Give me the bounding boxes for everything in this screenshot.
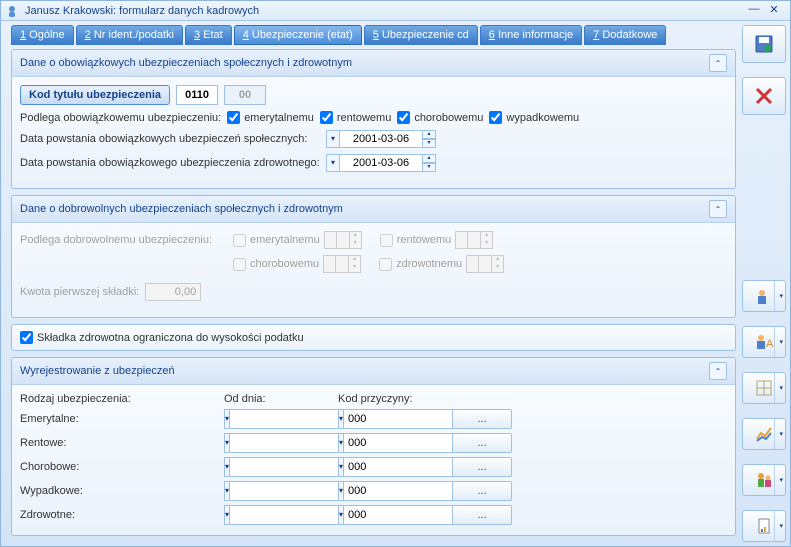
dereg-lookup-0[interactable]: ... [452,409,512,429]
col-type: Rodzaj ubezpieczenia: [20,393,210,405]
form-scroll-area[interactable]: Dane o obowiązkowych ubezpieczeniach spo… [11,49,740,542]
panel4-title: Wyrejestrowanie z ubezpieczeń [20,365,175,377]
dereg-date-2[interactable]: ▾▴▾ [224,457,324,477]
side-person-button[interactable]: ▾ [742,280,786,312]
panel1-title: Dane o obowiązkowych ubezpieczeniach spo… [20,57,352,69]
svg-text:A: A [766,338,773,350]
save-button[interactable] [742,25,786,63]
dereg-code-3[interactable]: ▾▴▾ [338,481,438,501]
vdate-emerytalnemu: ▴▾ [324,231,362,249]
chk-emerytalnemu[interactable]: emerytalnemu [227,111,314,124]
vdate-chorobowemu: ▴▾ [323,255,361,273]
side-grid-button[interactable]: ▾ [742,372,786,404]
tab-strip: 1 Ogólne 2 Nr ident./podatki 3 Etat 4 Ub… [11,25,740,45]
collapse-panel2[interactable]: ⌃ [709,200,727,218]
date1-dropdown[interactable]: ▾ [326,130,340,148]
date1-field[interactable]: ▾ ▴▾ [326,130,436,148]
kwota-label: Kwota pierwszej składki: [20,286,139,298]
dereg-date-0[interactable]: ▾▴▾ [224,409,324,429]
dereg-code-2[interactable]: ▾▴▾ [338,457,438,477]
vchk-rentowemu [380,234,393,247]
vdate-zdrowotnemu: ▴▾ [466,255,504,273]
panel-voluntary-insurance: Dane o dobrowolnych ubezpieczeniach społ… [11,195,736,318]
dereg-label-3: Wypadkowe: [20,485,210,497]
kwota-input [145,283,201,301]
col-date: Od dnia: [224,393,324,405]
tab-etat[interactable]: 3 Etat [185,25,232,45]
vdate-rentowemu: ▴▾ [455,231,493,249]
chk-chorobowemu[interactable]: chorobowemu [397,111,483,124]
dereg-code-4[interactable]: ▾▴▾ [338,505,438,525]
cancel-button[interactable] [742,77,786,115]
window: Janusz Krakowski: formularz danych kadro… [0,0,791,547]
dereg-lookup-3[interactable]: ... [452,481,512,501]
side-report-button[interactable]: ▾ [742,510,786,542]
date2-label: Data powstania obowiązkowego ubezpieczen… [20,157,320,169]
dereg-date-3[interactable]: ▾▴▾ [224,481,324,501]
panel-health-limit: Składka zdrowotna ograniczona do wysokoś… [11,324,736,351]
window-title: Janusz Krakowski: formularz danych kadro… [25,5,744,17]
tab-inne[interactable]: 6 Inne informacje [480,25,582,45]
dereg-date-4[interactable]: ▾▴▾ [224,505,324,525]
chk-skladka-ograniczona[interactable]: Składka zdrowotna ograniczona do wysokoś… [20,331,727,344]
date1-input[interactable] [340,130,422,148]
date2-down[interactable]: ▾ [422,163,436,172]
kod-tytulu-input1[interactable] [176,85,218,105]
tab-ubezpieczenie-etat[interactable]: 4 Ubezpieczenie (etat) [234,25,362,45]
col-code: Kod przyczyny: [338,393,438,405]
dereg-label-4: Zdrowotne: [20,509,210,521]
tab-dodatkowe[interactable]: 7 Dodatkowe [584,25,666,45]
vchk-zdrowotnemu [379,258,392,271]
date1-label: Data powstania obowiązkowych ubezpieczeń… [20,133,320,145]
dereg-label-2: Chorobowe: [20,461,210,473]
tab-ubezpieczenie-cd[interactable]: 5 Ubezpieczenie cd [364,25,478,45]
date1-up[interactable]: ▴ [422,130,436,139]
date1-down[interactable]: ▾ [422,139,436,148]
dereg-date-1[interactable]: ▾▴▾ [224,433,324,453]
mandatory-label: Podlega obowiązkowemu ubezpieczeniu: [20,112,221,124]
vchk-chorobowemu [233,258,246,271]
tab-ogolne[interactable]: 1 Ogólne [11,25,74,45]
vchk-emerytalnemu [233,234,246,247]
panel2-title: Dane o dobrowolnych ubezpieczeniach społ… [20,203,343,215]
kod-tytulu-input2 [224,85,266,105]
dereg-lookup-2[interactable]: ... [452,457,512,477]
app-icon [7,4,21,18]
date2-input[interactable] [340,154,422,172]
date2-up[interactable]: ▴ [422,154,436,163]
collapse-panel1[interactable]: ⌃ [709,54,727,72]
panel-deregistration: Wyrejestrowanie z ubezpieczeń ⌃ Rodzaj u… [11,357,736,536]
side-people-button[interactable]: ▾ [742,464,786,496]
side-chart-button[interactable]: ▾ [742,418,786,450]
side-edit-button[interactable]: A▾ [742,326,786,358]
collapse-panel4[interactable]: ⌃ [709,362,727,380]
dereg-label-0: Emerytalne: [20,413,210,425]
right-toolbar: ▾ A▾ ▾ ▾ ▾ ▾ [742,21,790,546]
dereg-code-0[interactable]: ▾▴▾ [338,409,438,429]
dereg-label-1: Rentowe: [20,437,210,449]
minimize-button[interactable]: — [744,3,764,19]
panel-mandatory-insurance: Dane o obowiązkowych ubezpieczeniach spo… [11,49,736,189]
dereg-code-1[interactable]: ▾▴▾ [338,433,438,453]
titlebar: Janusz Krakowski: formularz danych kadro… [1,1,790,21]
tab-nr-ident[interactable]: 2 Nr ident./podatki [76,25,183,45]
date2-field[interactable]: ▾ ▴▾ [326,154,436,172]
close-button[interactable]: ✕ [764,3,784,19]
chk-wypadkowemu[interactable]: wypadkowemu [489,111,579,124]
voluntary-label: Podlega dobrowolnemu ubezpieczeniu: [20,234,215,246]
dereg-lookup-4[interactable]: ... [452,505,512,525]
chk-rentowemu[interactable]: rentowemu [320,111,391,124]
kod-tytulu-button[interactable]: Kod tytułu ubezpieczenia [20,85,170,105]
date2-dropdown[interactable]: ▾ [326,154,340,172]
dereg-lookup-1[interactable]: ... [452,433,512,453]
